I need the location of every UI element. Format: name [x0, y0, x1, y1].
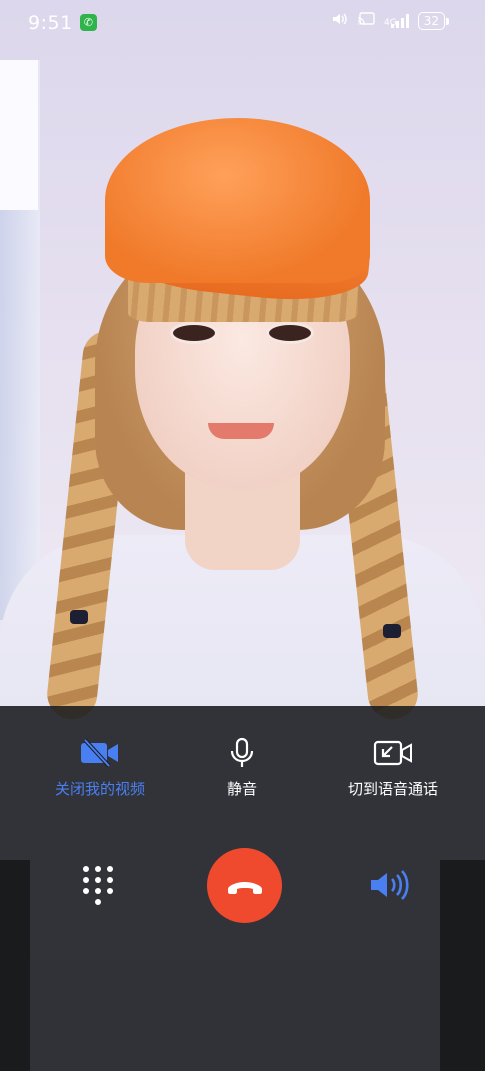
turn-off-video-label: 关闭我的视频: [54, 780, 145, 798]
signal-icon: 4G: [384, 14, 409, 28]
mute-button[interactable]: 静音: [192, 737, 292, 799]
status-bar: 9:51 ✆ 4G 32: [0, 0, 485, 44]
microphone-icon: [230, 737, 254, 767]
video-off-icon: [81, 738, 118, 768]
cast-icon: [357, 12, 375, 30]
switch-to-voice-icon: [373, 740, 412, 766]
volume-icon: [332, 12, 348, 30]
turn-off-video-button[interactable]: 关闭我的视频: [30, 738, 170, 799]
speaker-icon: [371, 870, 409, 900]
switch-to-voice-button[interactable]: 切到语音通话: [325, 738, 461, 799]
battery-level: 32: [417, 12, 445, 30]
dialpad-button[interactable]: [80, 865, 116, 905]
dialpad-icon: [82, 865, 89, 872]
switch-to-voice-label: 切到语音通话: [347, 780, 438, 798]
mute-label: 静音: [226, 780, 257, 798]
battery-icon: 32: [417, 12, 449, 30]
ongoing-call-icon: ✆: [80, 14, 97, 31]
speaker-button[interactable]: [366, 866, 414, 904]
hangup-icon: [227, 881, 262, 894]
status-time: 9:51: [28, 12, 73, 34]
hangup-button[interactable]: [207, 848, 282, 923]
